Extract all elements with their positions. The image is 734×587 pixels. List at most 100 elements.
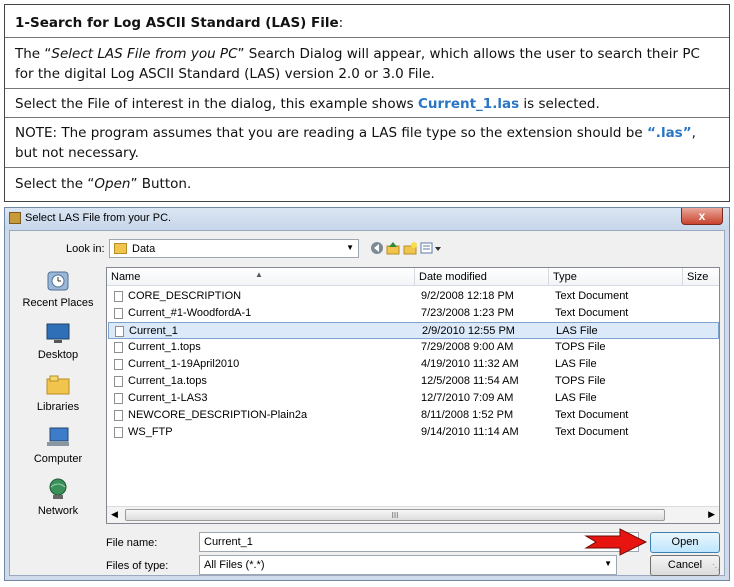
- p2-text-b: is selected.: [519, 96, 600, 112]
- file-icon: [114, 359, 123, 370]
- file-name-value: Current_1: [204, 536, 253, 548]
- file-type: TOPS File: [555, 375, 606, 387]
- file-icon: [114, 427, 123, 438]
- file-dialog: Select LAS File from your PC. x Look in:…: [4, 207, 730, 581]
- file-name: Current_1-LAS3: [128, 392, 208, 404]
- file-row[interactable]: Current_#1-WoodfordA-1 7/23/2008 1:23 PM…: [108, 305, 719, 322]
- back-icon[interactable]: [370, 241, 384, 255]
- file-name: Current_1a.tops: [128, 375, 207, 387]
- file-row[interactable]: WS_FTP 9/14/2010 11:14 AM Text Document: [108, 424, 719, 441]
- open-button[interactable]: Open: [650, 532, 720, 553]
- file-name-input[interactable]: Current_1: [199, 532, 639, 552]
- red-pointer-arrow-icon: [584, 528, 648, 556]
- instruction-heading-colon: :: [338, 15, 344, 31]
- file-type: Text Document: [555, 409, 629, 421]
- place-label: Libraries: [36, 401, 80, 413]
- desktop-icon: [46, 323, 70, 343]
- file-name: Current_#1-WoodfordA-1: [128, 307, 252, 319]
- p1-dialog-name: Select LAS File from you PC: [51, 46, 238, 62]
- file-date: 4/19/2010 11:32 AM: [421, 358, 519, 370]
- instruction-paragraph-3: NOTE: The program assumes that you are r…: [15, 123, 717, 163]
- view-menu-icon[interactable]: [420, 241, 442, 255]
- close-button[interactable]: x: [681, 208, 723, 225]
- file-name: Current_1.tops: [128, 341, 201, 353]
- file-row[interactable]: NEWCORE_DESCRIPTION-Plain2a 8/11/2008 1:…: [108, 407, 719, 424]
- file-icon: [114, 410, 123, 421]
- p3-text-a: NOTE: The program assumes that you are r…: [15, 125, 647, 141]
- dialog-content: Look in: Data ▼ Recent Places Desktop Li…: [9, 230, 725, 576]
- place-network[interactable]: Network: [14, 477, 102, 517]
- up-folder-icon[interactable]: [386, 241, 400, 255]
- column-header-label: Name: [111, 271, 141, 283]
- sort-ascending-icon: ▲: [255, 270, 263, 279]
- column-header-name[interactable]: Name ▲: [107, 268, 415, 286]
- new-folder-icon[interactable]: [403, 241, 417, 255]
- column-header-size[interactable]: Size: [683, 268, 719, 286]
- places-bar: Recent Places Desktop Libraries Computer…: [14, 267, 102, 517]
- place-label: Recent Places: [22, 297, 94, 309]
- p4-text-b: ” Button.: [130, 176, 192, 192]
- file-name: CORE_DESCRIPTION: [128, 290, 242, 302]
- up-arrow-icon: [386, 242, 400, 255]
- computer-icon: [47, 427, 69, 446]
- place-recent-places[interactable]: Recent Places: [14, 269, 102, 309]
- p3-extension: “.las”: [646, 125, 692, 141]
- file-name-label: File name:: [106, 537, 158, 549]
- place-label: Computer: [33, 453, 83, 465]
- file-row[interactable]: Current_1.tops 7/29/2008 9:00 AM TOPS Fi…: [108, 339, 719, 356]
- file-name: WS_FTP: [128, 426, 173, 438]
- close-icon: x: [698, 209, 706, 223]
- scroll-grip: III: [391, 511, 399, 520]
- cancel-button[interactable]: Cancel: [650, 555, 720, 576]
- place-label: Network: [37, 505, 79, 517]
- place-libraries[interactable]: Libraries: [14, 373, 102, 413]
- file-icon: [114, 342, 123, 353]
- file-list: Name ▲ Date modified Type Size CORE_DESC…: [106, 267, 720, 524]
- instruction-panel: 1-Search for Log ASCII Standard (LAS) Fi…: [4, 4, 730, 202]
- look-in-label: Look in:: [66, 243, 105, 255]
- file-row[interactable]: CORE_DESCRIPTION 9/2/2008 12:18 PM Text …: [108, 288, 719, 305]
- instruction-heading-text: 1-Search for Log ASCII Standard (LAS) Fi…: [15, 15, 339, 31]
- instruction-paragraph-1: The “Select LAS File from you PC” Search…: [15, 44, 717, 84]
- file-date: 7/29/2008 9:00 AM: [421, 341, 514, 353]
- file-row[interactable]: Current_1-19April2010 4/19/2010 11:32 AM…: [108, 356, 719, 373]
- files-of-type-label: Files of type:: [106, 560, 169, 572]
- place-desktop[interactable]: Desktop: [14, 321, 102, 361]
- file-icon: [114, 308, 123, 319]
- chevron-down-icon: ▼: [346, 243, 354, 252]
- title-bar[interactable]: Select LAS File from your PC. x: [5, 208, 729, 230]
- p4-text-a: Select the “: [15, 176, 95, 192]
- p3-text-line2: but not necessary.: [15, 145, 139, 161]
- resize-grip-icon[interactable]: ⋱: [712, 563, 722, 573]
- file-row[interactable]: Current_1a.tops 12/5/2008 11:54 AM TOPS …: [108, 373, 719, 390]
- chevron-down-icon: ▼: [604, 559, 612, 568]
- recent-places-icon: [47, 271, 69, 291]
- file-name: Current_1: [129, 325, 178, 337]
- file-date: 9/14/2010 11:14 AM: [421, 426, 519, 438]
- files-of-type-select[interactable]: All Files (*.*) ▼: [199, 555, 617, 575]
- look-in-dropdown[interactable]: Data ▼: [109, 239, 359, 258]
- back-arrow-icon: [371, 242, 383, 254]
- look-in-value: Data: [132, 243, 156, 255]
- file-row-selected[interactable]: Current_1 2/9/2010 12:55 PM LAS File: [108, 322, 719, 339]
- scroll-left-icon[interactable]: ◀: [111, 509, 118, 520]
- p1-text-line2: for the digital Log ASCII Standard (LAS)…: [15, 66, 435, 82]
- file-name: NEWCORE_DESCRIPTION-Plain2a: [128, 409, 308, 421]
- instruction-paragraph-2: Select the File of interest in the dialo…: [15, 94, 717, 114]
- column-header-label: Type: [553, 271, 577, 283]
- file-row[interactable]: Current_1-LAS3 12/7/2010 7:09 AM LAS Fil…: [108, 390, 719, 407]
- column-header-type[interactable]: Type: [549, 268, 683, 286]
- file-icon: [114, 393, 123, 404]
- scrollbar-thumb[interactable]: III: [125, 509, 665, 521]
- scroll-right-icon[interactable]: ▶: [708, 509, 715, 520]
- file-type: LAS File: [555, 358, 597, 370]
- column-header-label: Size: [687, 271, 709, 283]
- p1-text-b: ” Search Dialog will appear, which allow…: [237, 46, 700, 62]
- files-of-type-value: All Files (*.*): [204, 559, 265, 571]
- place-computer[interactable]: Computer: [14, 425, 102, 465]
- file-date: 12/5/2008 11:54 AM: [421, 375, 519, 387]
- horizontal-scrollbar[interactable]: ◀ III ▶: [107, 506, 719, 523]
- column-header-date[interactable]: Date modified: [415, 268, 549, 286]
- network-icon: [49, 478, 67, 499]
- p4-button-name: Open: [94, 176, 131, 192]
